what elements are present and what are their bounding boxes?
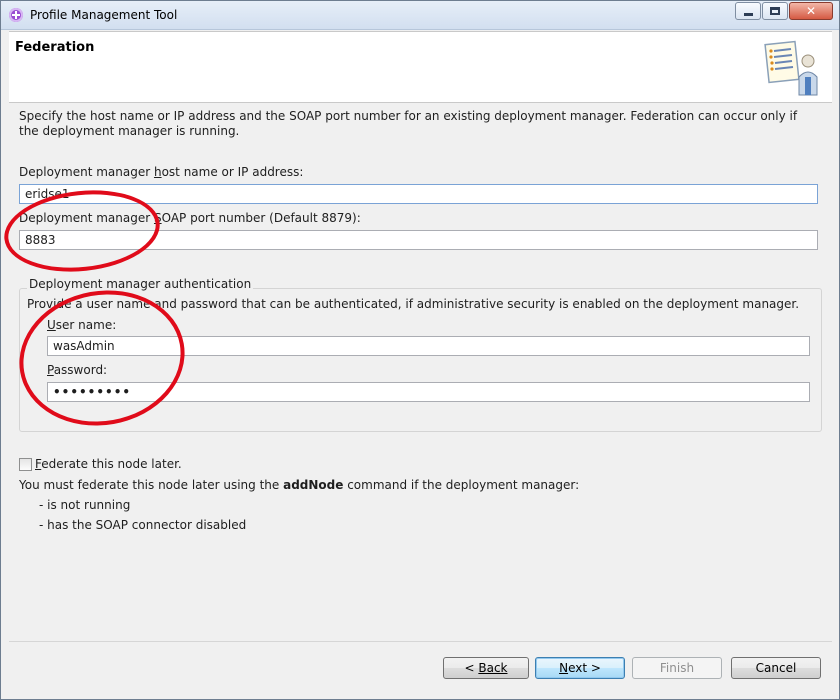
finish-button[interactable]: Finish <box>632 657 722 679</box>
page-description: Specify the host name or IP address and … <box>19 109 798 138</box>
wizard-header: Federation <box>9 31 832 103</box>
user-name-label: User name: <box>47 318 116 332</box>
port-label-mnemonic: S <box>153 211 162 225</box>
minimize-icon <box>744 13 753 16</box>
back-prefix: < <box>464 661 479 675</box>
authentication-group-legend: Deployment manager authentication <box>27 277 254 291</box>
federate-note-text: You must federate this node later using … <box>19 478 284 492</box>
host-label-text-rest: ost name or IP address: <box>161 165 304 179</box>
soap-port-input[interactable] <box>19 230 818 250</box>
profile-wizard-icon <box>764 40 818 96</box>
next-label: ext > <box>568 661 601 675</box>
window-controls: ✕ <box>734 2 833 20</box>
back-button[interactable]: < Back <box>443 657 529 679</box>
bullet-not-running: - is not running <box>39 498 131 512</box>
federate-later-label[interactable]: Federate this node later. <box>35 457 182 471</box>
profile-management-window: Profile Management Tool ✕ Federation Spe… <box>0 0 840 700</box>
federate-note-text-rest: command if the deployment manager: <box>343 478 580 492</box>
cancel-button[interactable]: Cancel <box>731 657 821 679</box>
back-label: Back <box>478 661 508 675</box>
close-icon: ✕ <box>805 4 817 18</box>
addnode-command: addNode <box>283 478 344 492</box>
button-bar-separator <box>9 641 832 642</box>
federate-note: You must federate this node later using … <box>19 478 579 492</box>
federate-later-label-text: ederate this node later. <box>41 457 182 471</box>
profile-tool-icon <box>9 8 23 22</box>
close-button[interactable]: ✕ <box>789 2 833 20</box>
authentication-description: Provide a user name and password that ca… <box>27 297 800 311</box>
title-bar[interactable]: Profile Management Tool ✕ <box>1 1 839 30</box>
page-title: Federation <box>15 40 95 55</box>
maximize-button[interactable] <box>762 2 788 20</box>
host-label: Deployment manager host name or IP addre… <box>19 165 303 179</box>
minimize-button[interactable] <box>735 2 761 20</box>
host-name-input[interactable] <box>19 184 818 204</box>
port-label-text-rest: OAP port number (Default 8879): <box>161 211 361 225</box>
user-name-input[interactable] <box>47 336 810 356</box>
host-label-text: Deployment manager <box>19 165 154 179</box>
password-mnemonic: P <box>47 363 54 377</box>
port-label: Deployment manager SOAP port number (Def… <box>19 211 361 225</box>
port-label-text: Deployment manager <box>19 211 154 225</box>
next-button[interactable]: Next > <box>535 657 625 679</box>
user-name-label-text: ser name: <box>55 318 117 332</box>
window-title: Profile Management Tool <box>30 8 178 22</box>
bullet-soap-disabled: - has the SOAP connector disabled <box>39 518 247 532</box>
host-label-mnemonic: h <box>153 165 162 179</box>
next-mnemonic: N <box>559 661 569 675</box>
password-label-text: assword: <box>53 363 108 377</box>
password-input[interactable]: ••••••••• <box>47 382 810 402</box>
user-name-mnemonic: U <box>47 318 56 332</box>
maximize-icon <box>770 7 780 15</box>
password-label: Password: <box>47 363 107 377</box>
federate-later-checkbox[interactable] <box>19 458 32 471</box>
